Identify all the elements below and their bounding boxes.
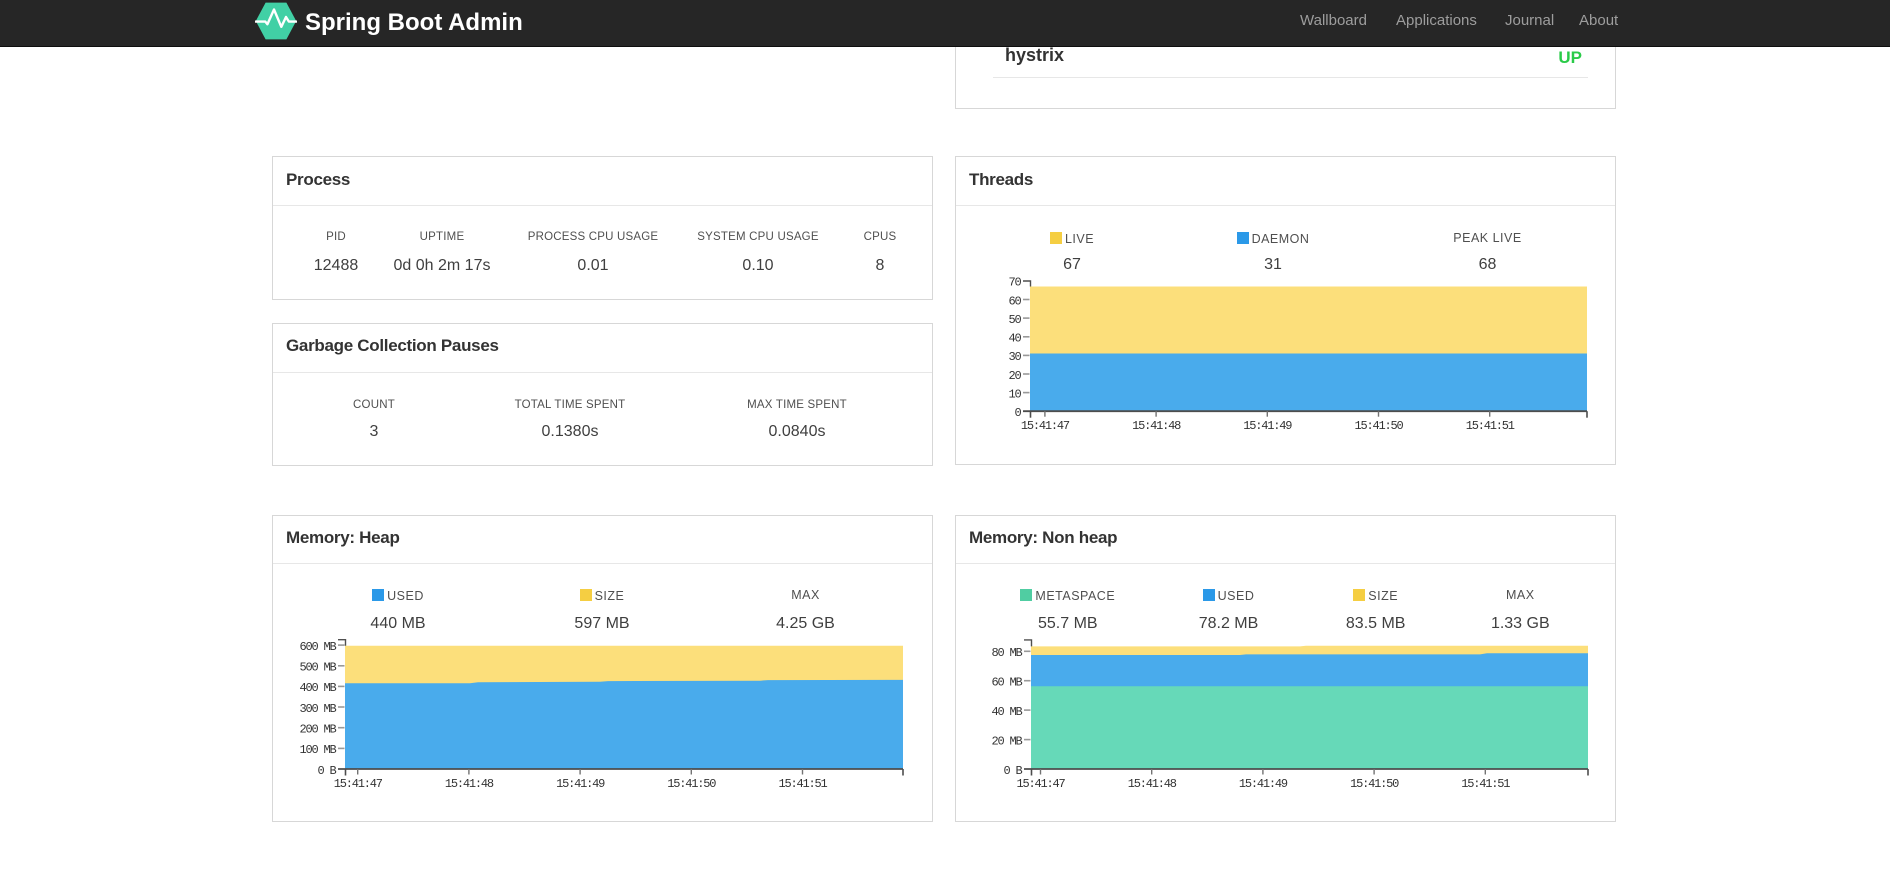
- svg-text:15:41:48: 15:41:48: [445, 777, 494, 791]
- svg-text:400 MB: 400 MB: [299, 681, 336, 695]
- svg-text:0 B: 0 B: [1003, 764, 1022, 778]
- svg-text:50: 50: [1008, 313, 1021, 327]
- svg-text:70: 70: [1008, 276, 1021, 290]
- svg-text:40: 40: [1008, 332, 1021, 346]
- svg-text:15:41:48: 15:41:48: [1132, 419, 1181, 433]
- svg-text:15:41:47: 15:41:47: [1021, 419, 1070, 433]
- svg-text:600 MB: 600 MB: [299, 640, 336, 654]
- svg-text:15:41:47: 15:41:47: [1016, 777, 1065, 791]
- svg-text:15:41:50: 15:41:50: [667, 777, 716, 791]
- svg-text:15:41:51: 15:41:51: [1461, 777, 1510, 791]
- svg-text:20: 20: [1008, 369, 1021, 383]
- svg-text:30: 30: [1008, 350, 1021, 364]
- svg-text:10: 10: [1008, 387, 1021, 401]
- svg-text:300 MB: 300 MB: [299, 702, 336, 716]
- svg-text:200 MB: 200 MB: [299, 723, 336, 737]
- svg-text:60: 60: [1008, 294, 1021, 308]
- svg-text:15:41:47: 15:41:47: [334, 777, 383, 791]
- svg-text:15:41:51: 15:41:51: [778, 777, 827, 791]
- svg-text:500 MB: 500 MB: [299, 661, 336, 675]
- svg-text:15:41:49: 15:41:49: [1243, 419, 1292, 433]
- svg-text:15:41:49: 15:41:49: [1239, 777, 1288, 791]
- svg-text:15:41:48: 15:41:48: [1128, 777, 1177, 791]
- svg-text:20 MB: 20 MB: [991, 734, 1022, 748]
- svg-text:15:41:49: 15:41:49: [556, 777, 605, 791]
- svg-text:80 MB: 80 MB: [991, 646, 1022, 660]
- svg-text:15:41:50: 15:41:50: [1354, 419, 1403, 433]
- svg-text:0: 0: [1014, 406, 1021, 420]
- svg-text:0 B: 0 B: [317, 764, 336, 778]
- svg-text:100 MB: 100 MB: [299, 743, 336, 757]
- svg-text:15:41:50: 15:41:50: [1350, 777, 1399, 791]
- svg-text:40 MB: 40 MB: [991, 705, 1022, 719]
- svg-text:15:41:51: 15:41:51: [1466, 419, 1515, 433]
- svg-text:60 MB: 60 MB: [991, 676, 1022, 690]
